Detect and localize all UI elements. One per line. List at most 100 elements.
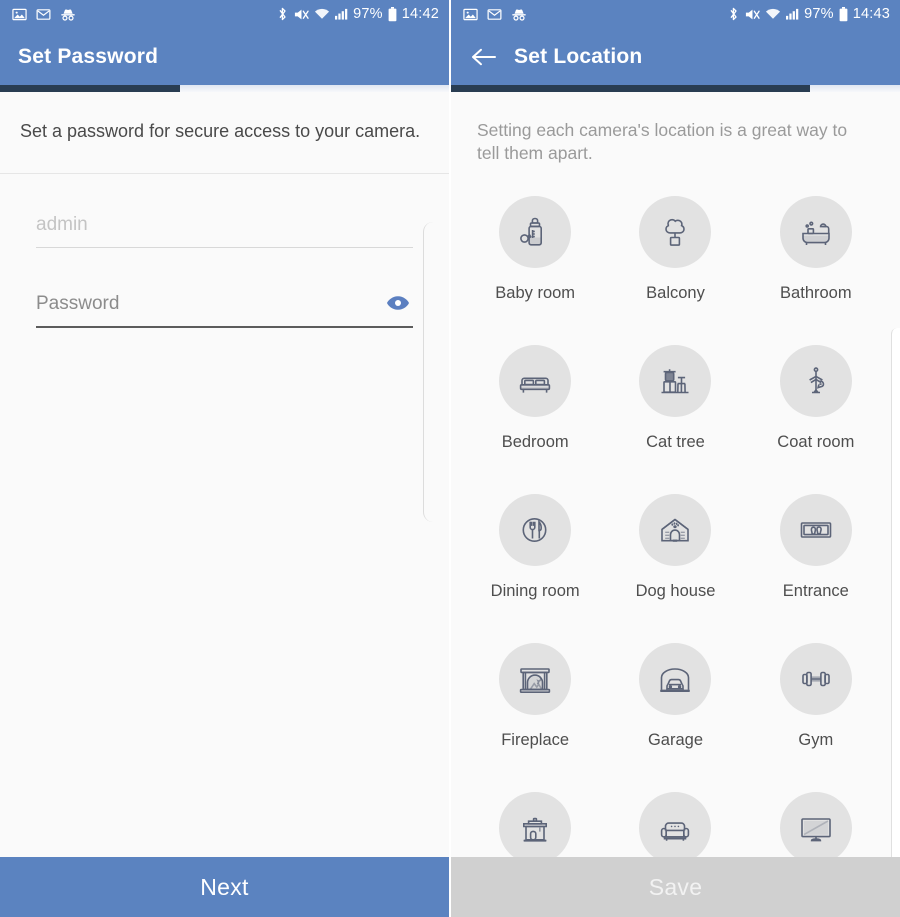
set-password-body: Set a password for secure access to your… <box>0 92 449 857</box>
location-option-baby-room[interactable]: Baby room <box>465 196 605 345</box>
eye-icon[interactable] <box>385 292 411 314</box>
location-option-14[interactable] <box>746 792 886 857</box>
status-bar-right-icons-2: 97% 14:43 <box>728 6 890 22</box>
wifi-icon <box>765 7 781 21</box>
location-option-cat-tree[interactable]: Cat tree <box>605 345 745 494</box>
stove-pot-icon <box>499 792 572 857</box>
battery-percent-label: 97% <box>804 6 834 22</box>
bathtub-icon <box>779 196 852 268</box>
location-option-label: Bedroom <box>501 433 569 451</box>
location-option-label: Fireplace <box>501 731 570 749</box>
tv-monitor-icon <box>779 792 852 857</box>
clock-label: 14:42 <box>401 6 439 22</box>
coat-rack-icon <box>779 345 852 417</box>
location-option-label: Cat tree <box>646 433 705 451</box>
progress-fill <box>0 85 180 92</box>
app-bar-right: Set Location <box>451 28 900 85</box>
clock-label: 14:43 <box>852 6 890 22</box>
incognito-icon <box>511 7 527 22</box>
setup-progress-right <box>451 85 900 92</box>
password-underline <box>36 326 413 328</box>
location-option-label: Entrance <box>782 582 849 600</box>
description-block: Setting each camera's location is a grea… <box>451 92 900 187</box>
location-option-label: Baby room <box>495 284 576 302</box>
location-option-balcony[interactable]: Balcony <box>605 196 745 345</box>
save-button-label: Save <box>648 873 703 900</box>
next-button-label: Next <box>200 873 249 900</box>
location-option-12[interactable] <box>465 792 605 857</box>
location-grid-scroll[interactable]: Baby room Balcony Bathroom Bedroom Cat tree C… <box>451 178 900 857</box>
location-option-entrance[interactable]: Entrance <box>746 494 886 643</box>
location-option-dog-house[interactable]: Dog house <box>605 494 745 643</box>
setup-progress-left <box>0 85 449 92</box>
wifi-icon <box>314 7 330 21</box>
battery-icon <box>839 6 848 22</box>
bluetooth-icon <box>728 6 739 22</box>
next-button[interactable]: Next <box>0 857 449 917</box>
location-option-garage[interactable]: Garage <box>605 643 745 792</box>
location-option-dining-room[interactable]: Dining room <box>465 494 605 643</box>
set-location-screen: 97% 14:43 Set Location Setting each came… <box>451 0 900 917</box>
signal-icon <box>786 7 799 21</box>
garage-car-icon <box>639 643 712 715</box>
location-option-label: Dining room <box>490 582 580 600</box>
username-input[interactable] <box>36 214 413 248</box>
app-bar-left: Set Password <box>0 28 449 85</box>
dual-screenshot: 97% 14:42 Set Password Set a password fo… <box>0 0 900 917</box>
location-grid: Baby room Balcony Bathroom Bedroom Cat tree C… <box>451 178 900 857</box>
page-title: Set Location <box>514 44 643 68</box>
location-option-label: Coat room <box>777 433 855 451</box>
incognito-icon <box>60 7 76 22</box>
mute-icon <box>293 7 309 22</box>
set-password-screen: 97% 14:42 Set Password Set a password fo… <box>0 0 451 917</box>
mute-icon <box>744 7 760 22</box>
save-button[interactable]: Save <box>451 857 900 917</box>
cat-tree-icon <box>639 345 712 417</box>
card-edge-decoration <box>423 222 446 522</box>
dumbbell-icon <box>779 643 852 715</box>
description-text: Set a password for secure access to your… <box>20 121 421 141</box>
fork-knife-plate-icon <box>499 494 572 566</box>
image-icon <box>12 7 27 22</box>
signal-icon <box>335 7 348 21</box>
password-field-group <box>36 293 413 328</box>
username-underline <box>36 247 413 249</box>
location-option-fireplace[interactable]: Fireplace <box>465 643 605 792</box>
fireplace-icon <box>499 643 572 715</box>
bluetooth-icon <box>277 6 288 22</box>
battery-icon <box>388 6 397 22</box>
arrow-left-icon[interactable] <box>469 42 499 72</box>
location-option-coat-room[interactable]: Coat room <box>746 345 886 494</box>
status-bar-right-icons: 97% 14:42 <box>277 6 439 22</box>
gmail-icon <box>36 7 51 22</box>
potted-tree-icon <box>639 196 712 268</box>
status-bar-left-icons <box>12 7 76 22</box>
location-option-label: Bathroom <box>780 284 852 302</box>
description-text: Setting each camera's location is a grea… <box>477 120 848 164</box>
location-option-label: Dog house <box>635 582 716 600</box>
page-title: Set Password <box>18 44 159 68</box>
description-card: Set a password for secure access to your… <box>0 92 449 175</box>
image-icon <box>463 7 478 22</box>
doormat-icon <box>779 494 852 566</box>
status-bar-right: 97% 14:43 <box>451 0 900 28</box>
location-option-gym[interactable]: Gym <box>746 643 886 792</box>
location-option-label: Balcony <box>646 284 705 302</box>
gmail-icon <box>487 7 502 22</box>
status-bar-left: 97% 14:42 <box>0 0 449 28</box>
location-option-bathroom[interactable]: Bathroom <box>746 196 886 345</box>
scroll-edge-decoration <box>891 328 900 857</box>
location-option-bedroom[interactable]: Bedroom <box>465 345 605 494</box>
location-option-label: Gym <box>798 731 834 749</box>
sofa-icon <box>639 792 712 857</box>
status-bar-left-icons-2 <box>463 7 527 22</box>
password-input[interactable] <box>36 293 413 327</box>
dog-house-icon <box>639 494 712 566</box>
battery-percent-label: 97% <box>353 6 383 22</box>
location-option-13[interactable] <box>605 792 745 857</box>
username-field-group <box>36 214 413 249</box>
location-option-label: Garage <box>647 731 704 749</box>
credentials-form <box>0 174 449 328</box>
progress-fill <box>451 85 811 92</box>
baby-bottle-icon <box>499 196 572 268</box>
